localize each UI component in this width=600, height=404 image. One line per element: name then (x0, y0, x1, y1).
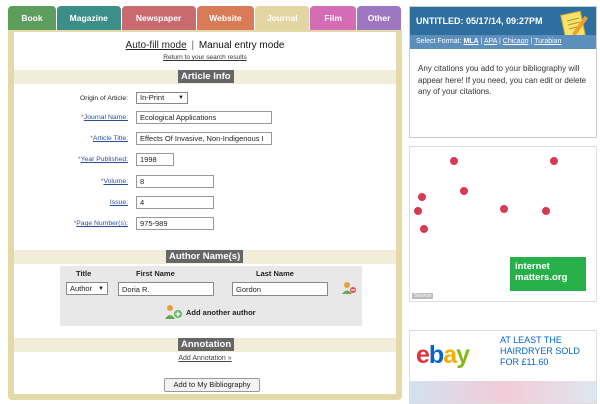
chevron-down-icon: ▼ (98, 286, 104, 292)
author-col-first: First Name (136, 269, 175, 278)
page-numbers-input[interactable]: 975-989 (136, 217, 214, 230)
advertisement-internet-matters[interactable]: internet matters.org Source (409, 146, 597, 302)
format-mla[interactable]: MLA (463, 38, 478, 45)
author-last-name-input[interactable]: Gordon (232, 282, 328, 296)
format-chicago[interactable]: Chicago (503, 38, 529, 45)
origin-value: In-Print (140, 93, 165, 102)
author-entry-box: Title First Name Last Name Author ▼ Dori… (60, 266, 362, 326)
ad-dot (450, 157, 458, 165)
ad-image-strip (410, 381, 596, 403)
author-first-name-input[interactable]: Doria R. (118, 282, 214, 296)
author-title-select[interactable]: Author ▼ (66, 282, 108, 295)
origin-select[interactable]: In-Print ▼ (136, 92, 188, 104)
source-type-tabs: Book Magazine Newspaper Website Journal … (8, 6, 402, 30)
ad-dot (414, 207, 422, 215)
tab-book[interactable]: Book (8, 6, 56, 30)
add-author-button[interactable]: Add another author (164, 304, 256, 320)
format-label: Select Format: (416, 38, 462, 45)
journal-name-label: *Journal Name: (81, 114, 128, 121)
ad-source-label: Source (412, 293, 434, 299)
author-title-value: Author (70, 284, 93, 293)
volume-label: *Volume: (100, 178, 128, 185)
page-numbers-row: *Page Number(s): 975-989 (14, 217, 396, 231)
manual-entry-mode-label: Manual entry mode (198, 40, 285, 51)
issue-input[interactable]: 4 (136, 196, 214, 209)
citation-form-panel: Auto-fill mode | Manual entry mode Retur… (8, 30, 402, 400)
volume-row: *Volume: 8 (14, 175, 396, 189)
tab-film[interactable]: Film (310, 6, 357, 30)
bibliography-empty-message: Any citations you add to your bibliograp… (418, 64, 587, 96)
page-numbers-label: *Page Number(s): (73, 220, 128, 227)
article-info-title: Article Info (178, 70, 234, 83)
author-section-title: Author Name(s) (166, 250, 244, 263)
journal-name-input[interactable]: Ecological Applications (136, 111, 272, 124)
remove-author-icon[interactable] (341, 281, 357, 295)
article-title-row: *Article Title: Effects Of Invasive, Non… (14, 132, 396, 146)
bibliography-panel: UNTITLED: 05/17/14, 09:27PM Select Forma… (409, 6, 597, 138)
issue-label: Issue: (109, 199, 128, 206)
journal-name-row: *Journal Name: Ecological Applications (14, 111, 396, 125)
mode-switcher: Auto-fill mode | Manual entry mode (14, 40, 396, 51)
year-published-input[interactable]: 1998 (136, 153, 174, 166)
internet-matters-logo: internet matters.org (510, 257, 586, 291)
volume-input[interactable]: 8 (136, 175, 214, 188)
format-apa[interactable]: APA (484, 38, 497, 45)
ad-dot (550, 157, 558, 165)
auto-fill-mode-link[interactable]: Auto-fill mode (126, 40, 187, 51)
ad-dot (418, 193, 426, 201)
year-published-label: *Year Published: (77, 156, 128, 163)
advertisement-ebay[interactable]: ebay AT LEAST THE HAIRDRYER SOLD FOR £11… (409, 330, 597, 404)
annotation-section-title: Annotation (178, 338, 235, 351)
tab-website[interactable]: Website (196, 6, 255, 30)
mode-separator: | (191, 40, 195, 51)
year-published-row: *Year Published: 1998 (14, 153, 396, 167)
tab-newspaper[interactable]: Newspaper (121, 6, 196, 30)
add-annotation-link[interactable]: Add Annotation » (14, 355, 396, 362)
add-to-bibliography-button[interactable]: Add to My Bibliography (164, 378, 260, 392)
citation-form: Auto-fill mode | Manual entry mode Retur… (14, 32, 396, 394)
origin-label: Origin of Article: (80, 95, 128, 102)
chevron-down-icon: ▼ (178, 95, 184, 101)
return-to-search-link[interactable]: Return to your search results (14, 54, 396, 61)
author-col-last: Last Name (256, 269, 294, 278)
ebay-logo: ebay (416, 341, 470, 369)
add-person-icon (165, 305, 182, 319)
ad-dot (420, 225, 428, 233)
article-title-label: *Article Title: (90, 135, 128, 142)
ebay-ad-text: AT LEAST THE HAIRDRYER SOLD FOR £11.60 (500, 335, 580, 367)
tab-other[interactable]: Other (357, 6, 401, 30)
page-root: Book Magazine Newspaper Website Journal … (0, 0, 600, 404)
ad-dot (500, 205, 508, 213)
issue-row: Issue: 4 (14, 196, 396, 210)
tab-magazine[interactable]: Magazine (56, 6, 121, 30)
origin-row: Origin of Article: In-Print ▼ (14, 92, 396, 106)
add-author-label: Add another author (186, 307, 256, 317)
format-turabian[interactable]: Turabian (534, 38, 561, 45)
tab-journal[interactable]: Journal (255, 6, 310, 30)
ad-dot (542, 207, 550, 215)
article-title-input[interactable]: Effects Of Invasive, Non-Indigenous I (136, 132, 272, 145)
format-selector: Select Format: MLA | APA | Chicago | Tur… (410, 35, 596, 49)
author-col-title: Title (76, 269, 92, 278)
ad-dot (460, 187, 468, 195)
